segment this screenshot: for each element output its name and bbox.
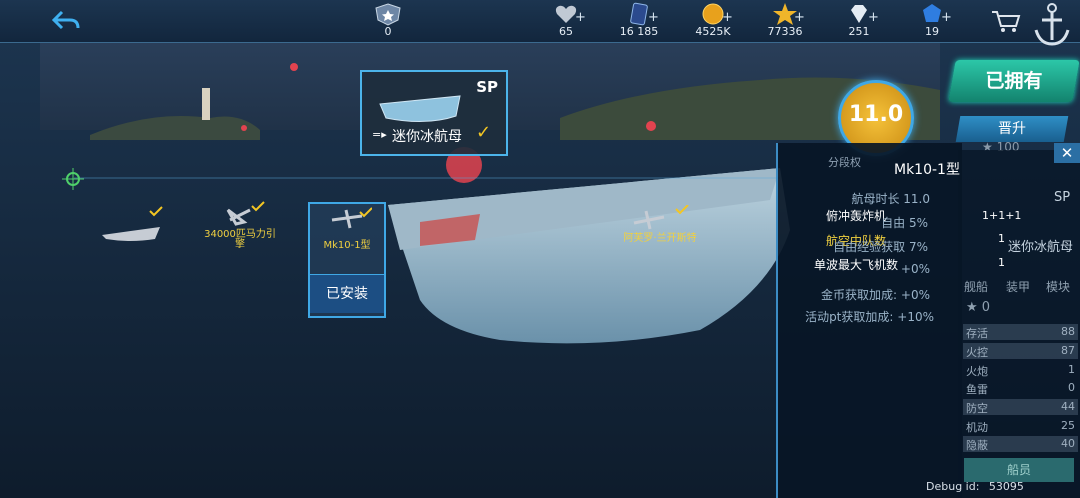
stat-row: 存活 88 [963,324,1078,340]
tab-module[interactable]: 模块 [1046,278,1070,295]
destroyer-icon [102,206,163,241]
check-icon: ✓ [476,122,492,143]
stat-row: 火炮 1 [966,363,1075,378]
top-resource-bar: 0 + 65 + 16 185 + 4525K + 77336 + 251 + … [0,0,1080,46]
promote-button[interactable]: 晋升 [955,116,1069,142]
aircraft-slot-selected[interactable]: Mk10-1型 已安装 [308,202,386,318]
aircraft-marker-1[interactable]: 34000匹马力引擎 [200,200,280,260]
info-row-value: 1+1+1 [982,209,1022,222]
anchor-icon [1034,3,1070,46]
crew-button[interactable]: 船员 [964,458,1074,482]
resource-heart[interactable]: + 65 [531,2,601,38]
tab-armor[interactable]: 装甲 [1006,278,1030,295]
installed-button[interactable]: 已安装 [310,274,384,313]
stat-row: 隐蔽 40 [963,436,1078,452]
back-arrow-icon [51,10,80,30]
gold-value: 4525K [695,25,731,38]
crosshair-icon [62,168,84,190]
ship-name: 迷你冰航母 [392,129,462,145]
resource-card[interactable]: + 16 185 [604,2,674,38]
debug-value: 53095 [988,480,1024,493]
bonus-row: 航母时长 11.0 [851,192,930,206]
aircraft-icon [226,201,265,226]
card-value: 16 185 [619,25,659,38]
bonus-row: 自由经验获取 7% [833,240,928,254]
debug-id: Debug id: 53095 [926,480,1024,493]
stat-row: 火控 87 [963,343,1078,359]
level-value: 11.0 [848,102,904,127]
resource-blue-gem[interactable]: + 19 [897,2,967,38]
aircraft-label-1: 34000匹马力引擎 [204,229,276,250]
info-panel-title: Mk10-1型 [894,162,960,178]
tab-ship[interactable]: 舰船 [964,278,988,295]
shop-button[interactable] [990,8,1022,34]
stats-star-value: 0 [981,300,991,315]
aircraft-icon [633,204,689,230]
ship-grade: SP [476,78,498,96]
installed-label: 已安装 [326,286,368,302]
right-ship-name: 迷你冰航母 [1008,240,1074,255]
bonus-row: 金币获取加成: +0% [821,288,930,302]
back-button[interactable] [48,6,82,36]
home-anchor-button[interactable] [1030,0,1074,50]
star-value: 77336 [767,25,803,38]
promote-label: 晋升 [998,121,1026,137]
bonus-row: 自由 5% [881,216,928,230]
equipped-marker-icon: =▸ [372,128,387,141]
crew-label: 船员 [1006,463,1031,477]
heart-value: 65 [559,25,573,38]
info-row-value: 1 [998,256,1005,269]
aircraft-marker-3[interactable]: 阿芙罗·兰开斯特 [620,204,700,255]
diamond-value: 251 [848,25,870,38]
owned-label: 已拥有 [985,70,1043,92]
close-icon: ✕ [1060,144,1074,162]
owned-button[interactable]: 已拥有 [948,60,1080,102]
info-panel-partial-text: 分段权 [828,156,861,169]
blue-gem-value: 19 [925,25,939,38]
aircraft-label-3: 阿芙罗·兰开斯特 [623,233,697,244]
ship-card[interactable]: SP =▸ 迷你冰航母 ✓ [360,70,508,156]
rank-shield-icon [375,3,401,26]
ice-carrier-thumbnail [379,95,461,123]
debug-label: Debug id: [926,480,980,493]
rank-badge[interactable]: 0 [353,2,423,38]
stat-row: 机动 25 [966,419,1075,434]
ship-marker-1[interactable] [100,205,170,245]
resource-gold[interactable]: + 4525K [678,2,748,38]
info-row-value: 1 [998,232,1005,245]
resource-diamond[interactable]: + 251 [824,2,894,38]
bonus-row: 活动pt获取加成: +10% [805,310,934,324]
right-grade: SP [1054,190,1071,205]
stat-row: 鱼雷 0 [966,381,1075,396]
aircraft-label-2: Mk10-1型 [323,240,371,251]
shopping-cart-icon [992,11,1021,32]
stats-star: ★ 0 [966,300,991,315]
resource-star[interactable]: + 77336 [750,2,820,38]
bonus-row: +0% [900,262,930,276]
close-button[interactable]: ✕ [1054,143,1080,163]
stat-row: 防空 44 [963,399,1078,415]
rank-value: 0 [384,25,392,38]
aircraft-icon [331,207,372,229]
